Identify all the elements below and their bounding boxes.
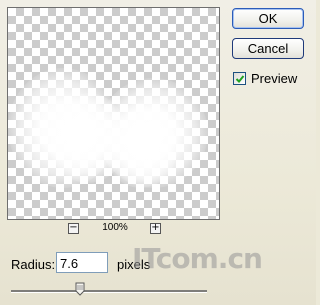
radius-unit-label: pixels xyxy=(117,257,151,272)
zoom-out-button[interactable]: − xyxy=(68,223,79,234)
ok-button[interactable]: OK xyxy=(232,8,304,29)
zoom-in-button[interactable]: + xyxy=(150,223,161,234)
blurred-shape xyxy=(103,103,178,188)
radius-input[interactable] xyxy=(56,252,108,273)
radius-label: Radius: xyxy=(11,257,56,272)
preview-checkbox-row[interactable]: Preview xyxy=(233,70,297,86)
filter-preview-canvas[interactable] xyxy=(7,7,220,220)
radius-slider-track[interactable] xyxy=(11,290,207,293)
cancel-button[interactable]: Cancel xyxy=(232,38,304,59)
slider-thumb-icon[interactable] xyxy=(75,282,85,296)
zoom-level: 100% xyxy=(102,222,128,233)
checkmark-icon xyxy=(235,74,245,83)
preview-checkbox[interactable] xyxy=(233,71,246,85)
preview-label: Preview xyxy=(251,70,298,86)
